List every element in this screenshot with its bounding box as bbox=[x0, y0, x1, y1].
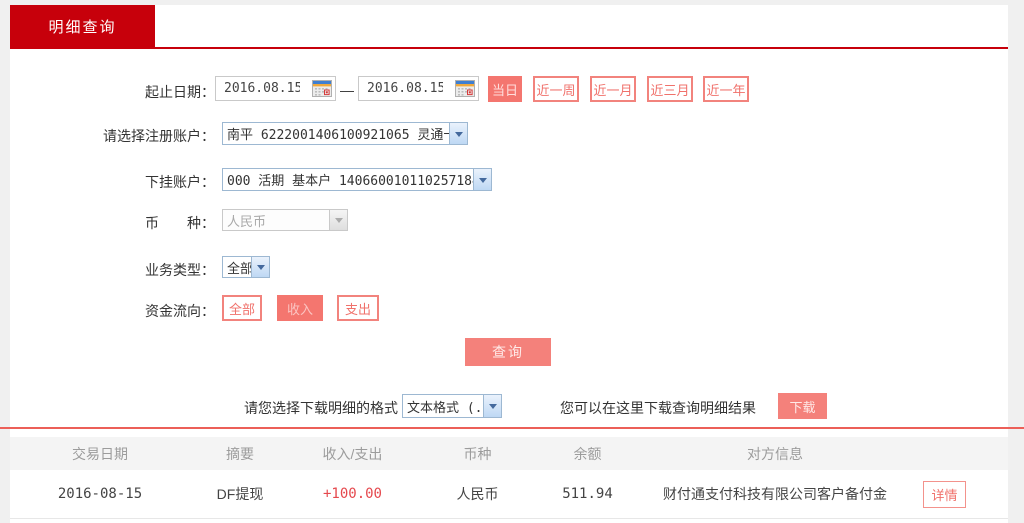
sub-account-select[interactable]: 000 活期 基本户 1406600101102571848 bbox=[222, 168, 492, 191]
table-row: 2016-08-15 DF提现 +100.00 人民币 511.94 财付通支付… bbox=[10, 470, 1008, 519]
chevron-down-icon[interactable] bbox=[483, 395, 501, 417]
cell-summary: DF提现 bbox=[190, 484, 290, 504]
date-range-separator: — bbox=[340, 82, 354, 98]
quick-range-quarter-button[interactable]: 近三月 bbox=[647, 76, 693, 102]
content-panel: 明细查询 起止日期： — bbox=[10, 5, 1008, 523]
sub-account-label: 下挂账户： bbox=[10, 172, 215, 192]
cell-currency: 人民币 bbox=[415, 484, 540, 504]
currency-select: 人民币 bbox=[222, 209, 348, 231]
calendar-icon[interactable] bbox=[312, 80, 332, 97]
quick-range-year-button[interactable]: 近一年 bbox=[703, 76, 749, 102]
cell-balance: 511.94 bbox=[540, 486, 635, 502]
chevron-down-icon bbox=[329, 210, 347, 230]
download-format-value: 文本格式 (.txt) bbox=[407, 397, 483, 416]
download-format-select[interactable]: 文本格式 (.txt) bbox=[402, 394, 502, 418]
header-in-out: 收入/支出 bbox=[290, 444, 415, 464]
currency-label: 币 种： bbox=[10, 213, 215, 233]
end-date-input[interactable] bbox=[367, 81, 443, 96]
date-range-label: 起止日期： bbox=[10, 82, 215, 102]
sub-account-value: 000 活期 基本户 1406600101102571848 bbox=[227, 170, 473, 189]
quick-range-month-button[interactable]: 近一月 bbox=[590, 76, 636, 102]
currency-value: 人民币 bbox=[227, 211, 329, 230]
fund-flow-label: 资金流向： bbox=[10, 301, 215, 321]
section-divider bbox=[0, 427, 1024, 429]
fund-flow-income-button[interactable]: 收入 bbox=[277, 295, 323, 321]
tab-bar: 明细查询 bbox=[10, 5, 1008, 49]
end-date-field[interactable] bbox=[358, 76, 479, 101]
header-summary: 摘要 bbox=[190, 444, 290, 464]
header-balance: 余额 bbox=[540, 444, 635, 464]
query-button[interactable]: 查询 bbox=[465, 338, 551, 366]
download-format-label: 请您选择下载明细的格式 bbox=[10, 398, 398, 418]
chevron-down-icon[interactable] bbox=[251, 257, 269, 277]
download-button[interactable]: 下载 bbox=[778, 393, 827, 419]
calendar-icon[interactable] bbox=[455, 80, 475, 97]
quick-range-today-button[interactable]: 当日 bbox=[488, 76, 522, 102]
start-date-input[interactable] bbox=[224, 81, 300, 96]
business-type-value: 全部 bbox=[227, 258, 251, 277]
detail-button[interactable]: 详情 bbox=[923, 481, 966, 508]
fund-flow-all-button[interactable]: 全部 bbox=[222, 295, 262, 321]
register-account-value: 南平 6222001406100921065 灵通卡 bbox=[227, 124, 449, 143]
fund-flow-expense-button[interactable]: 支出 bbox=[337, 295, 379, 321]
business-type-select[interactable]: 全部 bbox=[222, 256, 270, 278]
register-account-select[interactable]: 南平 6222001406100921065 灵通卡 bbox=[222, 122, 468, 145]
header-date: 交易日期 bbox=[10, 444, 190, 464]
quick-range-week-button[interactable]: 近一周 bbox=[533, 76, 579, 102]
chevron-down-icon[interactable] bbox=[473, 169, 491, 190]
register-account-label: 请选择注册账户： bbox=[10, 126, 215, 146]
cell-counterparty: 财付通支付科技有限公司客户备付金 bbox=[635, 484, 915, 504]
tab-label: 明细查询 bbox=[48, 16, 116, 37]
chevron-down-icon[interactable] bbox=[449, 123, 467, 144]
table-header: 交易日期 摘要 收入/支出 币种 余额 对方信息 bbox=[10, 437, 1008, 470]
header-currency: 币种 bbox=[415, 444, 540, 464]
cell-date: 2016-08-15 bbox=[10, 486, 190, 502]
header-counterparty: 对方信息 bbox=[635, 444, 915, 464]
detail-query-page: 明细查询 起止日期： — bbox=[0, 0, 1024, 523]
cell-amount: +100.00 bbox=[290, 486, 415, 502]
business-type-label: 业务类型： bbox=[10, 260, 215, 280]
download-hint-text: 您可以在这里下载查询明细结果 bbox=[560, 398, 756, 418]
start-date-field[interactable] bbox=[215, 76, 336, 101]
tab-detail-query[interactable]: 明细查询 bbox=[10, 5, 155, 47]
